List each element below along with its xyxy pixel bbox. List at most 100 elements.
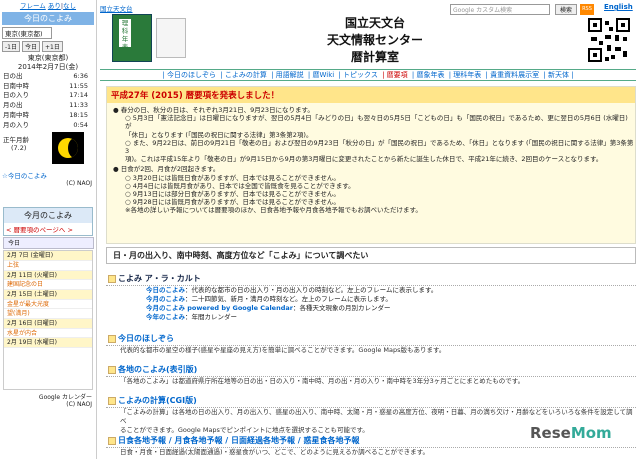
list-item[interactable]: 2月 16日 (日曜日) [4,319,92,329]
koyomi-link[interactable]: 今月のこよみ [146,295,185,303]
english-link[interactable]: English [604,3,633,11]
time-label: 日南中時 [3,81,29,90]
prev-day-button[interactable]: -1日 [2,41,20,52]
nav-wiki[interactable]: | 暦Wiki [308,71,334,79]
announcement: 平成27年 (2015) 暦要項を発表しました！ ● 春分の日、秋分の日は、それ… [106,86,636,244]
koyomi-link[interactable]: 今年のこよみ [146,313,185,321]
koyomi-item: 今日のこよみ：代表的な都市の日の出入り・月の出入りの時刻など。左上のフレームに表… [106,286,636,295]
koyomi-heading: こよみ ア・ラ・カルト [106,272,636,286]
announce-line: ※各地の詳しい予報については暦要項のほか、日食各地予報や月食各地予報でもお調べい… [125,206,422,215]
nav-glossary[interactable]: | 用語解説 [271,71,304,79]
occultation-forecast-link[interactable]: 惑星食各地予報 [304,436,360,445]
koyomi-item: 今月のこよみ powered by Google Calendar：各種天文現象… [106,304,636,313]
search-input[interactable]: Google カスタム検索 [450,4,550,15]
time-value: 18:15 [69,110,88,119]
list-item[interactable]: 水星が内合 [4,329,92,339]
header: 国立天文台 理科年表 国立天文台 天文情報センター 暦計算室 Google カス… [100,0,640,70]
resemom-watermark: ReseMom [530,424,612,442]
list-item[interactable]: 建国記念の日 [4,280,92,290]
nav-ephemeris[interactable]: | 暦要項 [382,71,408,79]
frame-label: フレーム [19,2,46,10]
today-koyomi-link[interactable]: ☆今日のこよみ [2,170,96,180]
kakuchi-link[interactable]: 各地のこよみ(表引版) [106,363,636,377]
announce-line: 項)。これは平成15年より「敬老の日」が9月15日から9月の第3月曜日に変更され… [125,155,603,164]
list-item[interactable]: 2月 11日 (火曜日) [4,270,92,281]
frame-on-link[interactable]: あり [48,2,61,10]
nav-rekisho[interactable]: | 暦象年表 [412,71,445,79]
hoshizora-desc: 代表的な都市の星空の様子(惑星や星座の見え方)を簡単に調べることができます。Go… [120,346,446,354]
qr-code-icon [587,17,631,63]
time-row: 日南中時 11:55 [0,82,96,92]
list-item[interactable]: 望(満月) [4,309,92,320]
time-row: 月の入り 0:54 [0,121,96,131]
title-line: 天文情報センター [326,33,423,47]
announce-line: ○ 4月4日には皆既月食があり、日本では全国で皆既食を見ることができます。 [125,181,355,190]
time-value: 11:55 [69,81,88,90]
rika-nenpyo-book-image: 理科年表 [112,14,152,62]
month-title: 今月のこよみ [4,208,92,224]
calendar-today-button[interactable]: 今日 [3,237,94,250]
time-label: 月の入り [3,120,29,129]
time-label: 月南中時 [3,110,29,119]
ephemeris-link[interactable]: < 暦要項のページへ > [4,223,92,235]
announce-line: ○ 5月3日「憲法記念日」は日曜日になりますが、翌日の5月4日「みどりの日」も翌… [125,114,628,131]
koyomi-desc: ：各種天文現象の月別カレンダー [292,304,391,312]
announce-line: 「休日」となります (「国民の祝日に関する法律」第3条第2項)。 [125,130,313,139]
google-calendar-badge[interactable]: Google カレンダー [0,392,92,401]
hoshizora-link[interactable]: 今日のほしぞら [106,332,636,346]
rss-icon[interactable]: RSS [580,4,594,15]
city-select[interactable]: 東京(東京都) [2,27,52,39]
place-name: 東京(東京都) [27,54,69,62]
time-row: 月の出 11:33 [0,101,96,111]
transit-forecast-link[interactable]: 日面経過各地予報 [231,436,295,445]
moon-age-label: 正午月齢 [3,136,29,145]
announce-line: ● 春分の日、秋分の日は、それぞれ3月21日、9月23日になります。 [113,106,314,114]
current-date: 2014年2月7日(金) [17,63,79,71]
moon-age-value: (7.2) [11,144,27,153]
lunar-eclipse-forecast-link[interactable]: 月食各地予報 [175,436,223,445]
nav-new-objects[interactable]: | 新天体 | [543,71,573,79]
kakuchi-desc: 「各地のこよみ」は都道府県庁所在地等の日の出・日の入り・南中時、月の出・月の入り… [120,377,525,385]
book-text: 理科年表 [119,19,131,51]
time-row: 月南中時 18:15 [0,111,96,121]
month-event-list: 2月 7日 (金曜日) 上弦 2月 11日 (火曜日) 建国記念の日 2月 15… [3,250,93,391]
next-day-button[interactable]: +1日 [42,41,63,52]
time-row: 日の出 6:36 [0,72,96,82]
today-button[interactable]: 今日 [21,41,40,52]
list-item[interactable]: 2月 15日 (土曜日) [4,289,92,300]
eclipse-forecast-link[interactable]: 日食各地予報 [118,436,166,445]
main-content: 国立天文台 理科年表 国立天文台 天文情報センター 暦計算室 Google カス… [100,0,640,459]
nav-topics[interactable]: | トピックス [338,71,377,79]
koyomi-link[interactable]: 今日のこよみ [146,286,185,294]
kakuchi-section: 各地のこよみ(表引版) 「各地のこよみ」は都道府県庁所在地等の日の出・日の入り・… [106,363,636,386]
naoj-home-link[interactable]: 国立天文台 [100,3,133,13]
nav-archive[interactable]: | 貴重資料展示室 [486,71,540,79]
koyomi-link[interactable]: 今月のこよみ powered by Google Calendar [146,304,293,312]
time-value: 0:54 [73,120,88,129]
nav-rika[interactable]: | 理科年表 [449,71,482,79]
moon-phase: 正午月齢 (7.2) [0,130,96,170]
list-item[interactable]: 2月 7日 (金曜日) [4,251,92,261]
nav-koyomi-calc[interactable]: | こよみの計算 [220,71,267,79]
announcement-title[interactable]: 平成27年 (2015) 暦要項を発表しました！ [107,87,635,103]
announce-line: ○ また、9月22日は、前日の9月21日「敬老の日」および翌日の9月23日「秋分… [125,138,634,156]
announce-line: ○ 3月20日には皆既日食がありますが、日本では見ることができません。 [125,173,340,182]
list-item[interactable]: 金星が最大光度 [4,300,92,310]
watermark-b: Mom [570,424,612,442]
koyomi-item: 今年のこよみ：年間カレンダー [106,313,636,322]
list-item[interactable]: 上弦 [4,261,92,271]
nav-hoshizora[interactable]: | 今日のほしぞら [162,71,216,79]
today-title: 今日のこよみ [2,12,94,25]
list-item[interactable]: 2月 19日 (水曜日) [4,338,92,349]
announce-line: ○ 9月13日には部分日食がありますが、日本では見ることができません。 [125,190,340,199]
moon-age-block: 正午月齢 (7.2) [3,136,29,152]
day-nav: -1日 今日 +1日 [2,41,94,52]
keisan-link[interactable]: こよみの計算(CGI版) [106,394,636,408]
month-box: 今月のこよみ < 暦要項のページへ > [3,207,93,237]
koyomi-a-la-carte: こよみ ア・ラ・カルト 今日のこよみ：代表的な都市の日の出入り・月の出入りの時刻… [106,272,636,322]
frame-off-link[interactable]: なし [63,2,76,10]
time-value: 6:36 [73,72,88,80]
time-value: 17:14 [69,91,88,100]
search-button[interactable]: 検索 [555,4,577,15]
announce-line: ● 日食が2回、月食が2回起きます。 [113,165,220,174]
